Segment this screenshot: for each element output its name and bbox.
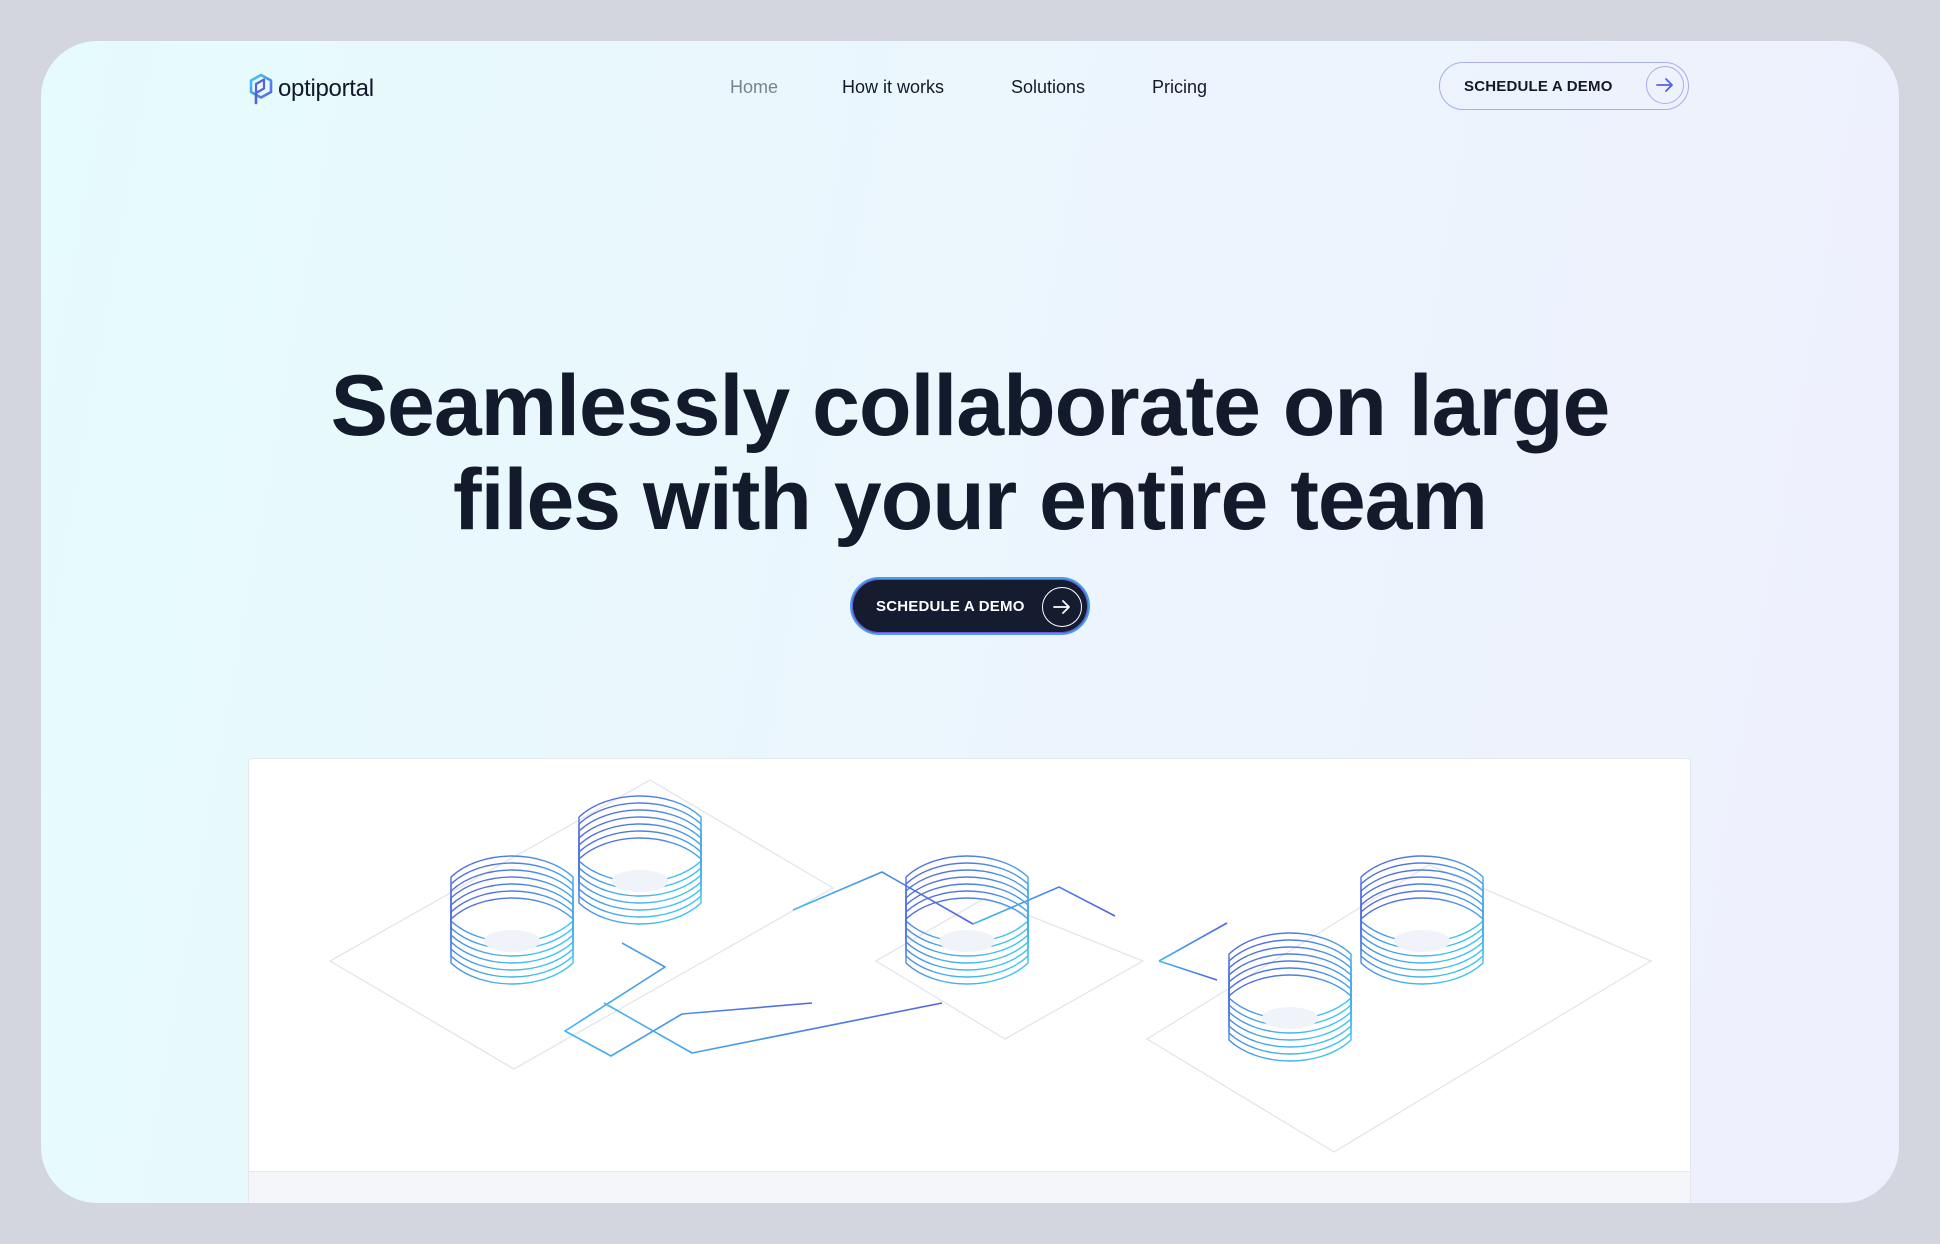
nav-link-pricing[interactable]: Pricing <box>1152 77 1207 98</box>
illustration-card <box>248 758 1691 1203</box>
card-footer-strip <box>249 1171 1690 1203</box>
arrow-right-icon <box>1646 66 1684 104</box>
hero-title: Seamlessly collaborate on large files wi… <box>41 359 1899 547</box>
top-nav: optiportal Home How it works Solutions P… <box>41 41 1899 171</box>
nav-link-how-it-works[interactable]: How it works <box>842 77 944 98</box>
arrow-right-icon <box>1042 587 1082 627</box>
browser-screen: optiportal Home How it works Solutions P… <box>41 41 1899 1203</box>
nav-schedule-demo-button[interactable]: SCHEDULE A DEMO <box>1439 62 1689 110</box>
hero-title-text: Seamlessly collaborate on large files wi… <box>330 358 1611 548</box>
nav-link-home[interactable]: Home <box>730 77 778 98</box>
device-frame: optiportal Home How it works Solutions P… <box>0 0 1940 1244</box>
storage-network-illustration <box>328 779 1653 1153</box>
hero-schedule-demo-label: SCHEDULE A DEMO <box>876 597 1025 615</box>
nav-link-solutions[interactable]: Solutions <box>1011 77 1085 98</box>
hero-schedule-demo-button[interactable]: SCHEDULE A DEMO <box>850 577 1090 635</box>
nav-schedule-demo-label: SCHEDULE A DEMO <box>1464 77 1613 95</box>
